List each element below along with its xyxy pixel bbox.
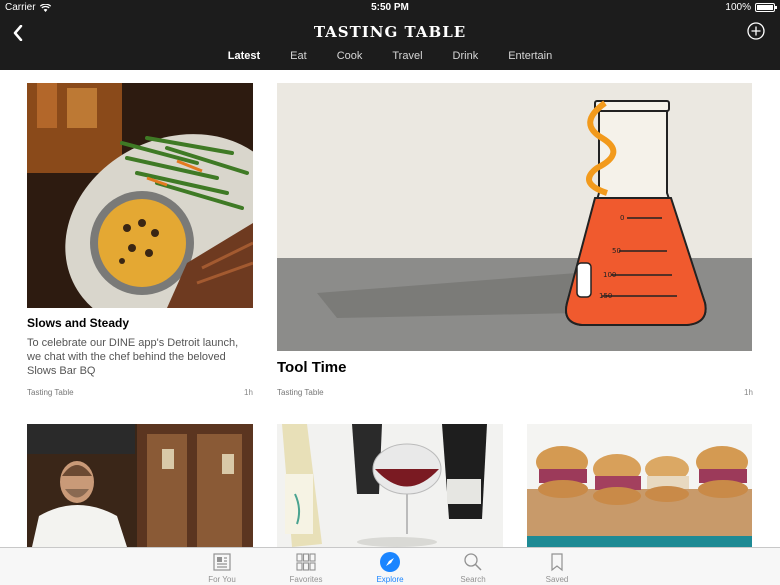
status-bar: Carrier 5:50 PM 100%: [0, 0, 780, 16]
tab-label: Search: [460, 575, 486, 584]
article-description: To celebrate our DINE app's Detroit laun…: [27, 337, 239, 377]
tab-eat[interactable]: Eat: [275, 50, 322, 62]
tab-label: Explore: [376, 575, 404, 584]
article-image-chef[interactable]: [27, 424, 253, 547]
article-time: 1h: [244, 388, 253, 397]
search-icon: [462, 551, 484, 573]
battery-icon: [755, 3, 777, 12]
tab-latest[interactable]: Latest: [213, 50, 275, 62]
bbq-plate-illustration: [27, 83, 253, 308]
add-channel-button[interactable]: [747, 22, 765, 40]
tab-favorites[interactable]: Favorites: [271, 551, 341, 584]
sliders-photo: [527, 424, 752, 547]
flask-mark-150: 150: [599, 292, 612, 300]
tab-saved[interactable]: Saved: [522, 551, 592, 584]
flask-mark-100: 100: [603, 271, 616, 279]
tab-search[interactable]: Search: [438, 551, 508, 584]
tab-for-you[interactable]: For You: [187, 551, 257, 584]
article-image-sliders[interactable]: [527, 424, 752, 547]
bottom-tab-bar: For You Favorites Explore Search Saved: [0, 547, 780, 585]
status-right: 100%: [725, 2, 777, 13]
flask-mark-0: 0: [620, 214, 624, 222]
compass-icon: [379, 551, 401, 573]
tab-drink[interactable]: Drink: [438, 50, 494, 62]
article-time: 1h: [744, 388, 753, 397]
section-tabs: Latest Eat Cook Travel Drink Entertain: [0, 50, 780, 62]
article-source: Tasting Table: [277, 388, 324, 397]
tab-label: For You: [208, 575, 236, 584]
article-image-slows[interactable]: [27, 83, 253, 308]
flask-illustration: 0 50 100 150: [277, 83, 752, 351]
chef-photo: [27, 424, 253, 547]
flask-mark-50: 50: [612, 247, 621, 255]
bookmark-icon: [546, 551, 568, 573]
grid-icon: [295, 551, 317, 573]
article-source: Tasting Table: [27, 388, 74, 397]
article-title[interactable]: Tool Time: [277, 359, 577, 376]
wine-photo: [277, 424, 503, 547]
nav-bar: TASTING TABLE Latest Eat Cook Travel Dri…: [0, 16, 780, 70]
tab-label: Favorites: [289, 575, 323, 584]
brand-logo: TASTING TABLE: [313, 23, 467, 41]
tab-entertain[interactable]: Entertain: [493, 50, 567, 62]
status-time: 5:50 PM: [371, 2, 409, 13]
tab-cook[interactable]: Cook: [322, 50, 378, 62]
tab-travel[interactable]: Travel: [377, 50, 437, 62]
news-icon: [211, 551, 233, 573]
article-image-tool-time[interactable]: 0 50 100 150: [277, 83, 752, 351]
article-image-wine[interactable]: [277, 424, 503, 547]
tab-explore[interactable]: Explore: [355, 551, 425, 584]
plus-circle-icon: [747, 22, 765, 40]
article-title[interactable]: Slows and Steady: [27, 316, 253, 330]
tab-label: Saved: [545, 575, 569, 584]
battery-percent: 100%: [725, 2, 751, 13]
